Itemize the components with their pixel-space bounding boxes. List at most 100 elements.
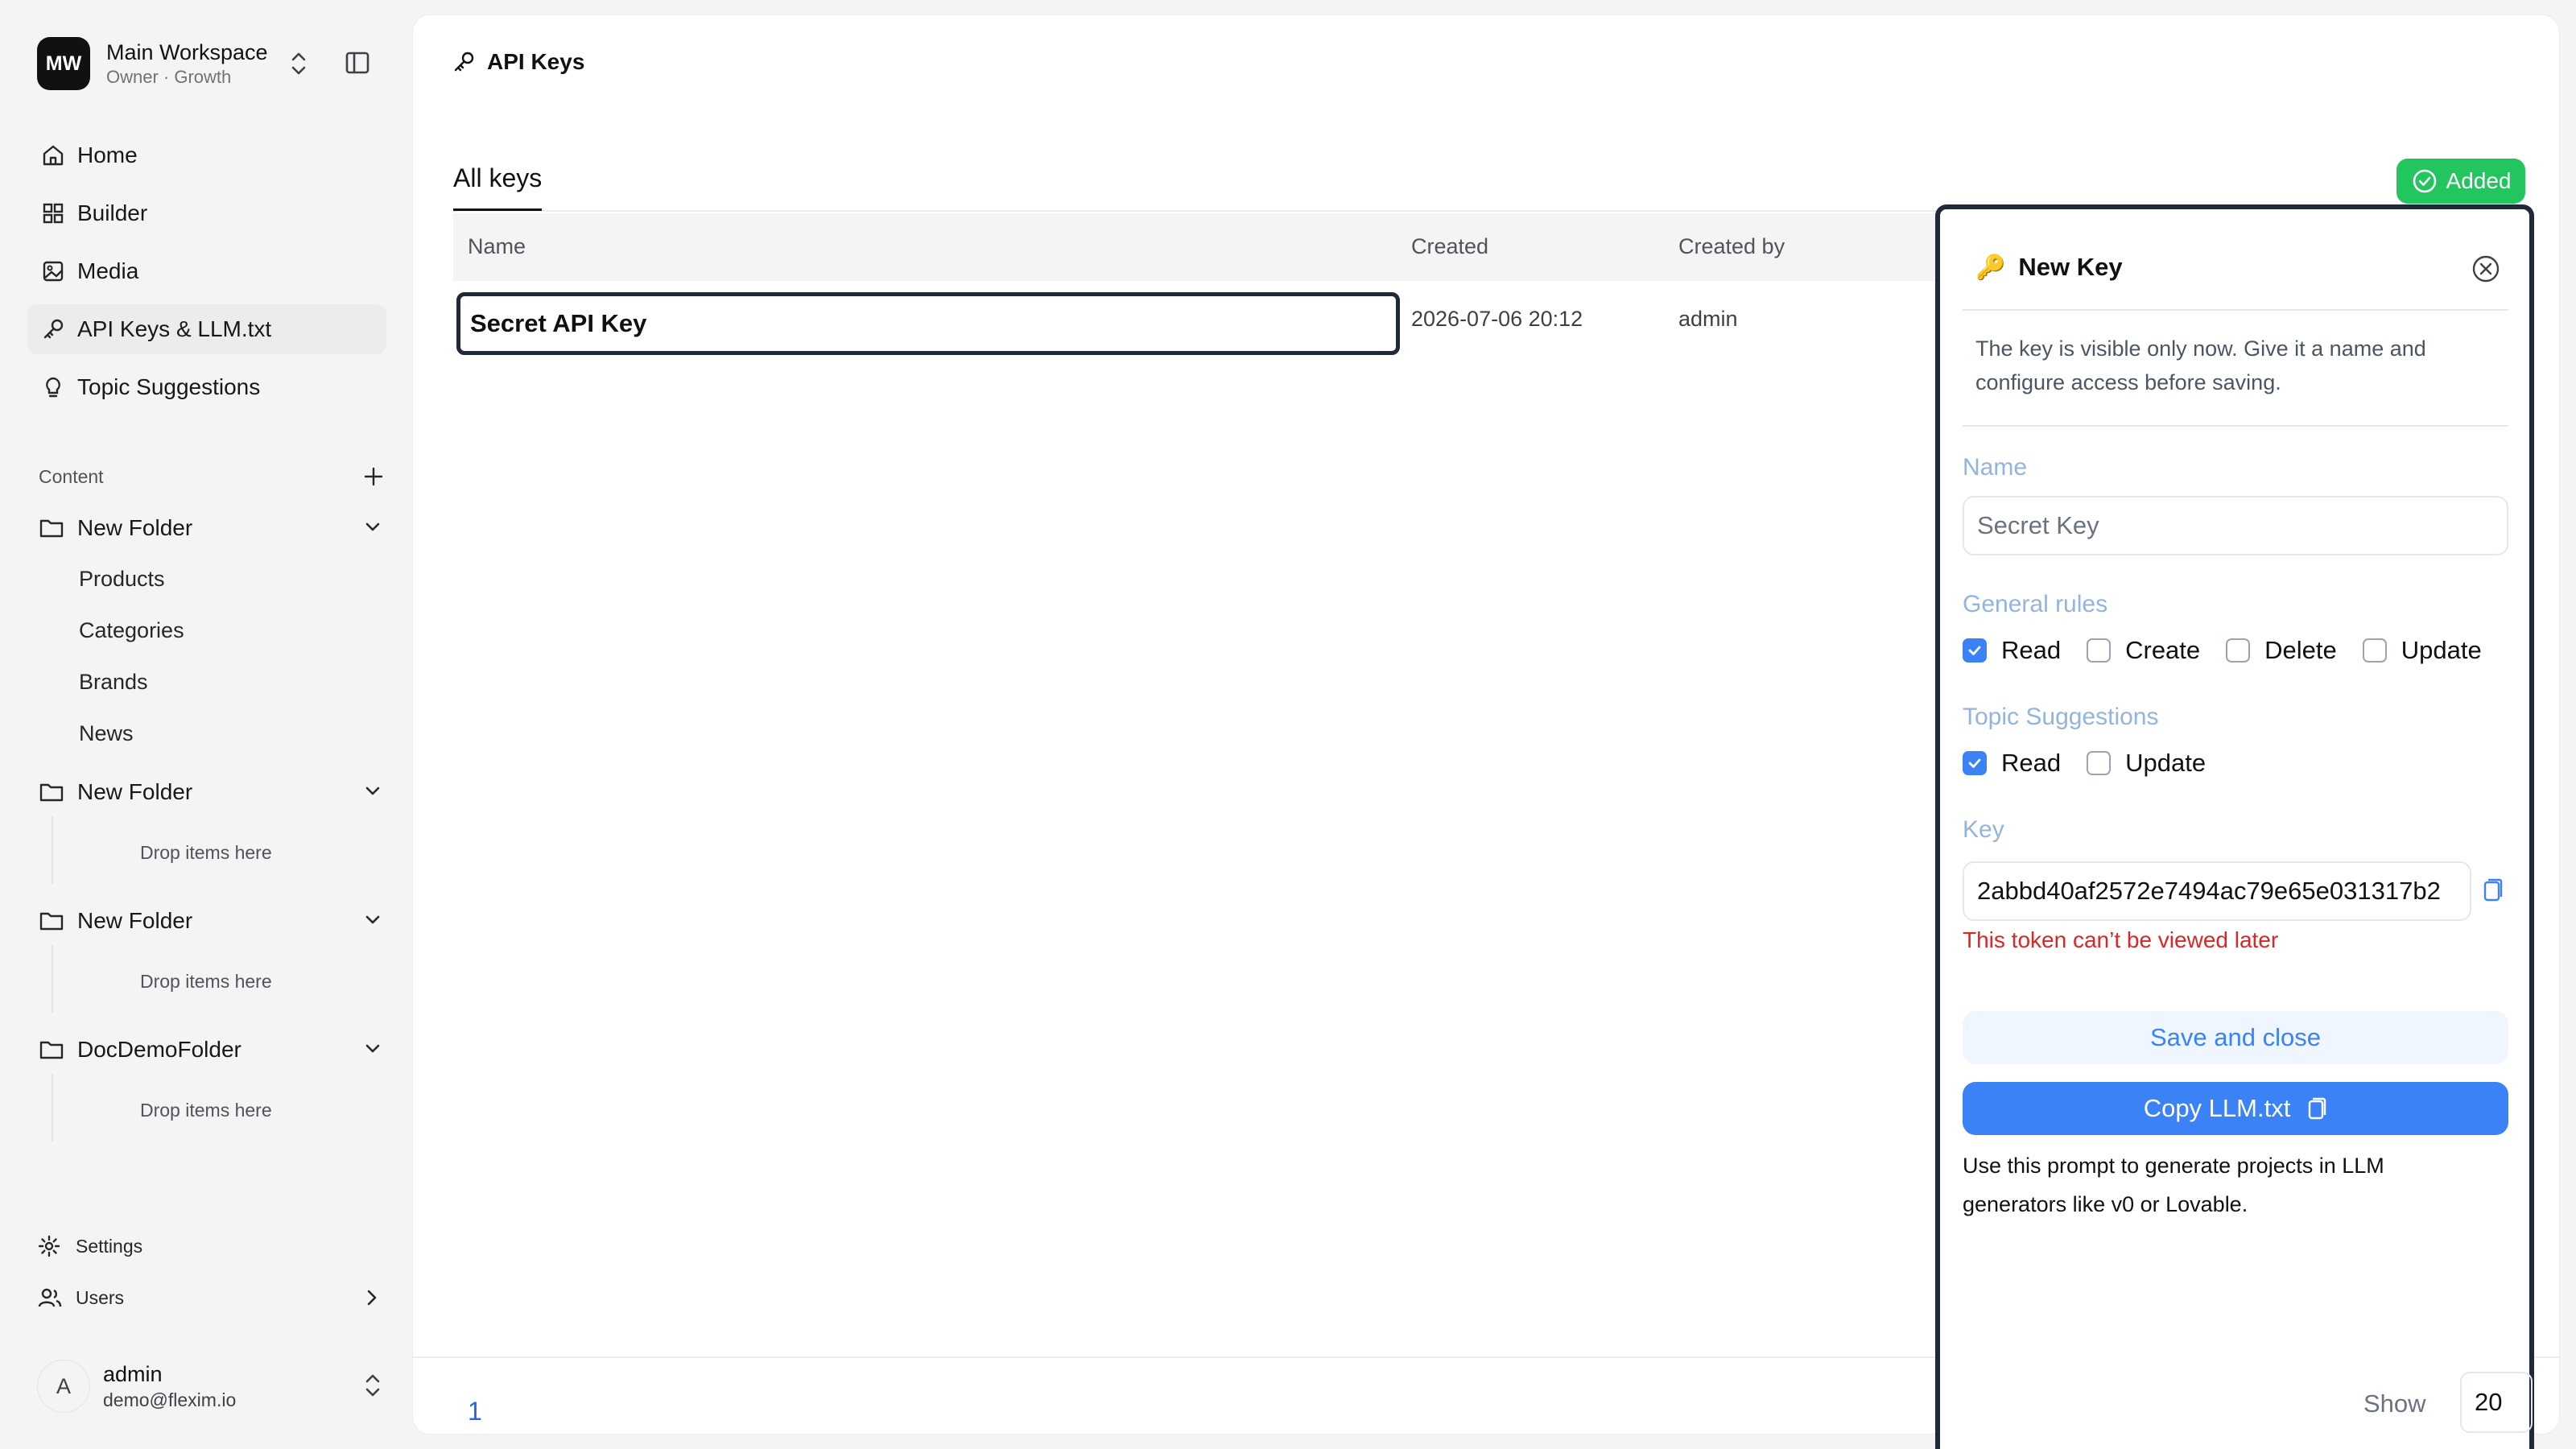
checkbox-unchecked[interactable] [2226,638,2251,663]
nav-label: Media [77,258,139,283]
folder-label: New Folder [77,908,193,933]
key-icon [39,315,68,344]
checkbox-label: Read [2001,636,2062,664]
nav-item-topic-suggestions[interactable]: Topic Suggestions [27,362,386,412]
user-menu[interactable]: A admin demo@flexim.io [37,1356,383,1417]
folder-child-categories[interactable]: Categories [79,618,184,643]
folder-item[interactable]: New Folder [39,506,385,551]
page-size-label: Show [2363,1389,2426,1418]
general-read-checkbox[interactable]: Read [1963,636,2061,665]
copy-llm-txt-button[interactable]: Copy LLM.txt [1963,1082,2508,1135]
folder-item[interactable]: New Folder [39,898,385,943]
drop-zone[interactable]: Drop items here [140,971,272,993]
checkbox-unchecked[interactable] [2087,638,2112,663]
chevron-right-icon[interactable] [361,1286,383,1309]
close-icon[interactable] [2470,253,2502,285]
nav-item-builder[interactable]: Builder [27,188,386,238]
divider [1963,309,2508,311]
workspace-name: Main Workspace [106,40,268,64]
user-name: admin [103,1362,163,1386]
nav-item-media[interactable]: Media [27,246,386,296]
button-label: Copy LLM.txt [2143,1094,2291,1122]
nav-item-users[interactable]: Users [37,1280,383,1315]
add-content-icon[interactable] [362,465,385,488]
general-update-checkbox[interactable]: Update [2362,636,2482,665]
checkbox-checked[interactable] [1963,638,1987,663]
content-section-header: Content [39,460,385,493]
folder-icon [39,514,68,543]
topic-update-checkbox[interactable]: Update [2087,749,2206,778]
users-label: Users [76,1286,125,1308]
nav-item-api-keys[interactable]: API Keys & LLM.txt [27,304,386,354]
divider [1963,425,2508,427]
topic-read-checkbox[interactable]: Read [1963,749,2061,778]
drop-zone[interactable]: Drop items here [140,842,272,864]
checkbox-label: Update [2401,636,2482,664]
tab-active-indicator [453,208,542,211]
tab-all-keys[interactable]: All keys [453,163,542,193]
key-name-input[interactable] [1963,496,2508,555]
badge-label: Added [2446,168,2512,193]
workspace-switcher[interactable]: MW Main Workspace Owner · Growth [37,37,383,90]
general-create-checkbox[interactable]: Create [2087,636,2200,665]
copy-icon[interactable] [2479,876,2504,905]
nav-item-settings[interactable]: Settings [37,1228,383,1264]
key-label: Key [1963,816,2004,843]
key-value-field[interactable]: 2abbd40af2572e7494ac79e65e031317b2 [1963,861,2471,921]
workspace-subtitle: Owner · Growth [106,67,232,87]
row-created-cell: 2026-07-06 20:12 [1411,307,1583,331]
nav-label: API Keys & LLM.txt [77,316,272,341]
save-and-close-button[interactable]: Save and close [1963,1011,2508,1064]
topic-suggestions-label: Topic Suggestions [1963,704,2159,730]
column-header-created-by[interactable]: Created by [1678,234,1785,259]
name-label: Name [1963,454,2028,481]
folder-label: New Folder [77,779,193,804]
settings-label: Settings [76,1235,143,1257]
content-heading: Content [39,465,104,487]
chevrons-up-down-icon[interactable] [288,50,309,77]
folder-child-news[interactable]: News [79,721,134,746]
tree-line [52,945,53,1013]
chevron-down-icon[interactable] [361,1037,385,1061]
added-badge: Added [2396,159,2525,204]
chevron-down-icon[interactable] [361,515,385,539]
folder-child-brands[interactable]: Brands [79,670,148,695]
general-rules-label: General rules [1963,591,2108,617]
button-label: Save and close [2150,1023,2321,1051]
nav-label: Topic Suggestions [77,374,261,399]
column-header-name[interactable]: Name [468,234,526,259]
grid-icon [39,199,68,228]
chevrons-up-down-icon[interactable] [362,1372,383,1399]
checkbox-label: Create [2125,636,2201,664]
workspace-avatar: MW [37,37,90,90]
toggle-sidebar-icon[interactable] [345,50,370,76]
chevron-down-icon[interactable] [361,908,385,932]
row-name-cell[interactable]: Secret API Key [456,292,1400,355]
new-key-drawer: 🔑 New Key The key is visible only now. G… [1935,204,2534,1449]
pagination-page[interactable]: 1 [468,1397,482,1426]
topic-rules-group: Read Update [1963,749,2231,778]
folder-icon [39,1035,68,1064]
drop-zone[interactable]: Drop items here [140,1100,272,1121]
check-circle-icon [2413,169,2436,193]
main-nav: Home Builder Media API Keys & LLM.txt To… [27,130,386,420]
page-size-select[interactable]: 20 [2460,1372,2533,1433]
token-warning: This token can’t be viewed later [1963,927,2279,952]
folder-label: DocDemoFolder [77,1037,242,1062]
chevron-down-icon[interactable] [361,779,385,803]
gear-icon [37,1232,64,1260]
checkbox-checked[interactable] [1963,751,1987,775]
tree-line [52,816,53,884]
table-header: Name Created Created by [453,213,1983,281]
general-delete-checkbox[interactable]: Delete [2226,636,2337,665]
checkbox-unchecked[interactable] [2362,638,2387,663]
folder-child-products[interactable]: Products [79,567,165,592]
folder-item[interactable]: DocDemoFolder [39,1027,385,1072]
drawer-title: 🔑 New Key [1975,253,2123,282]
folder-item[interactable]: New Folder [39,770,385,815]
lightbulb-icon [39,373,68,402]
breadcrumb: API Keys [452,49,584,75]
nav-item-home[interactable]: Home [27,130,386,180]
column-header-created[interactable]: Created [1411,234,1488,259]
checkbox-unchecked[interactable] [2087,751,2112,775]
